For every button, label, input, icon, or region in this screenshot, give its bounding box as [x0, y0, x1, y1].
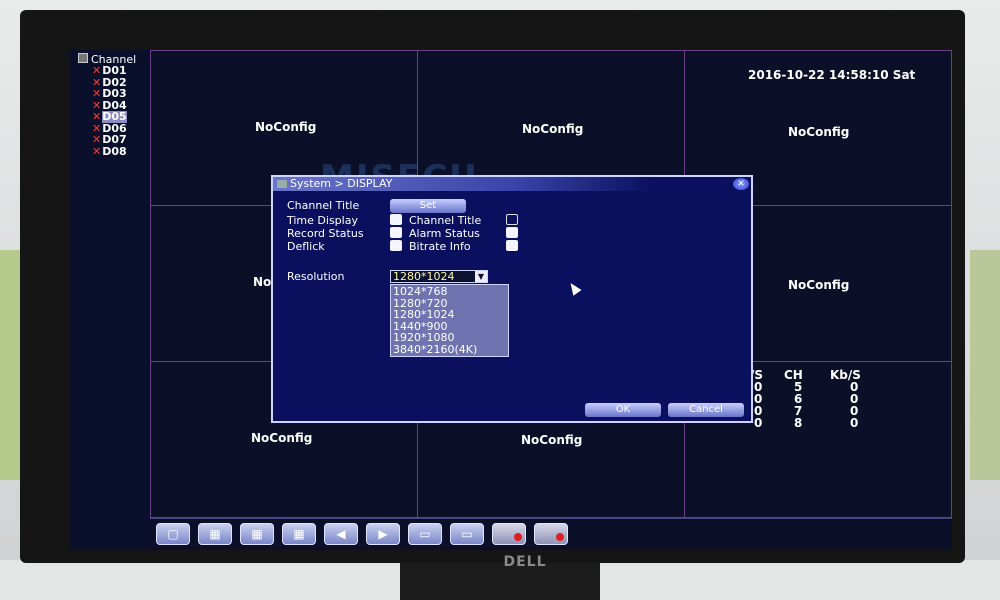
record-status-checkbox[interactable]	[390, 227, 402, 238]
bottom-toolbar: ▢ ▦ ▦ ▦ ◀ ▶ ▭ ▭	[150, 518, 952, 550]
bitrate-info-label: Bitrate Info	[409, 240, 471, 253]
noconfig-label: NoConfig	[521, 433, 583, 447]
noconfig-label: NoConfig	[251, 431, 313, 445]
disconnected-x-icon: ✕	[92, 145, 102, 158]
bitrate-info-checkbox[interactable]	[506, 240, 518, 251]
sixteen-view-icon[interactable]: ▦	[282, 523, 316, 545]
display-settings-dialog: System > DISPLAY ✕ Channel Title Set Tim…	[271, 175, 753, 423]
datetime-display: 2016-10-22 14:58:10 Sat	[748, 68, 916, 82]
background-object	[970, 250, 1000, 480]
time-display-label: Time Display	[287, 214, 358, 227]
noconfig-label: NoConfig	[788, 125, 850, 139]
time-display-checkbox[interactable]	[390, 214, 402, 225]
single-view-icon[interactable]: ▢	[156, 523, 190, 545]
next-icon[interactable]: ▶	[366, 523, 400, 545]
cancel-button[interactable]: Cancel	[668, 403, 744, 417]
resolution-selected-value: 1280*1024	[393, 270, 455, 283]
sidebar-item-d08[interactable]: ✕ D08	[92, 145, 127, 158]
resolution-option[interactable]: 3840*2160(4K)	[393, 344, 477, 356]
chevron-down-icon[interactable]: ▼	[475, 271, 487, 282]
alarm-status-label: Alarm Status	[409, 227, 480, 240]
tree-collapse-icon[interactable]	[78, 53, 88, 63]
noconfig-label-partial: No	[253, 275, 272, 289]
stats-cell: 8	[794, 416, 803, 430]
playback-icon[interactable]: ▭	[408, 523, 442, 545]
noconfig-label: NoConfig	[522, 122, 584, 136]
search-icon[interactable]: ▭	[450, 523, 484, 545]
deflick-checkbox[interactable]	[390, 240, 402, 251]
set-button[interactable]: Set	[390, 199, 466, 213]
nine-view-icon[interactable]: ▦	[240, 523, 274, 545]
channel-sidebar: Channel ✕ D01 ✕ D02 ✕ D03 ✕ D04 ✕ D05 ✕ D06 ✕ D…	[70, 50, 151, 550]
noconfig-label: NoConfig	[788, 278, 850, 292]
deflick-label: Deflick	[287, 240, 325, 253]
channel-title-checkbox[interactable]	[506, 214, 518, 225]
monitor-bezel: DELL Channel ✕ D01 ✕ D02 ✕ D03 ✕ D04 ✕ D05 ✕ D…	[20, 10, 965, 570]
noconfig-label: NoConfig	[255, 120, 317, 134]
resolution-dropdown-list: 1024*768 1280*720 1280*1024 1440*900 192…	[390, 284, 509, 357]
resolution-label: Resolution	[287, 270, 345, 283]
dvr-screen: Channel ✕ D01 ✕ D02 ✕ D03 ✕ D04 ✕ D05 ✕ D06 ✕ D…	[70, 50, 952, 550]
window-icon	[277, 180, 287, 188]
resolution-select[interactable]: 1280*1024 ▼	[390, 270, 488, 283]
ok-button[interactable]: OK	[585, 403, 661, 417]
quad-view-icon[interactable]: ▦	[198, 523, 232, 545]
channel-title-label: Channel Title	[287, 199, 360, 212]
monitor-brand-logo: DELL	[503, 554, 547, 570]
dialog-title: System > DISPLAY	[290, 177, 393, 190]
record-status-label: Record Status	[287, 227, 364, 240]
dialog-titlebar[interactable]: System > DISPLAY	[273, 177, 751, 191]
close-icon[interactable]: ✕	[733, 178, 749, 190]
channel-title-checkbox-label: Channel Title	[409, 214, 482, 227]
previous-icon[interactable]: ◀	[324, 523, 358, 545]
stats-cell: 0	[754, 416, 763, 430]
alarm-record-icon[interactable]	[534, 523, 568, 545]
stats-cell: 0	[850, 416, 859, 430]
alarm-status-checkbox[interactable]	[506, 227, 518, 238]
record-icon[interactable]	[492, 523, 526, 545]
